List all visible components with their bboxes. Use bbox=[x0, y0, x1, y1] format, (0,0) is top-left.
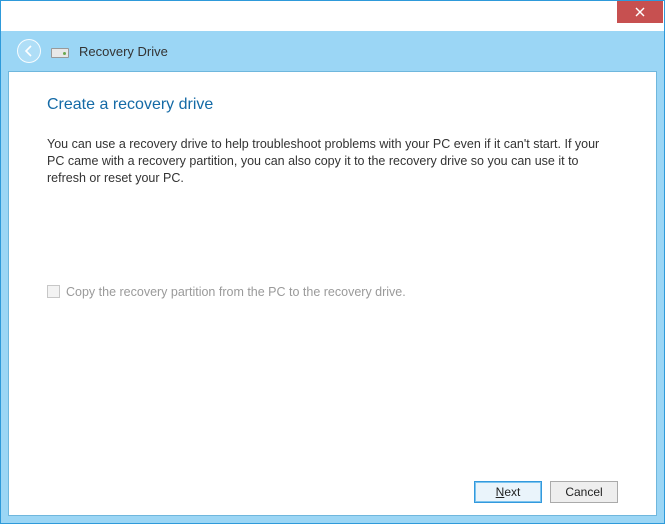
drive-icon bbox=[51, 44, 69, 58]
copy-partition-checkbox bbox=[47, 285, 60, 298]
copy-partition-option: Copy the recovery partition from the PC … bbox=[47, 285, 618, 299]
spacer bbox=[47, 197, 618, 285]
content-panel: Create a recovery drive You can use a re… bbox=[8, 71, 657, 516]
copy-partition-label: Copy the recovery partition from the PC … bbox=[66, 285, 406, 299]
content-wrap: Create a recovery drive You can use a re… bbox=[1, 71, 664, 523]
close-icon bbox=[635, 7, 645, 17]
window-title: Recovery Drive bbox=[79, 44, 168, 59]
next-button-rest: ext bbox=[504, 485, 520, 499]
footer-buttons: Next Cancel bbox=[47, 469, 618, 503]
back-button[interactable] bbox=[17, 39, 41, 63]
page-body-text: You can use a recovery drive to help tro… bbox=[47, 136, 618, 187]
arrow-left-icon bbox=[22, 44, 36, 58]
wizard-window: Recovery Drive Create a recovery drive Y… bbox=[0, 0, 665, 524]
header-bar: Recovery Drive bbox=[1, 31, 664, 71]
cancel-button[interactable]: Cancel bbox=[550, 481, 618, 503]
page-title: Create a recovery drive bbox=[47, 96, 618, 114]
close-button[interactable] bbox=[617, 1, 663, 23]
next-button[interactable]: Next bbox=[474, 481, 542, 503]
titlebar bbox=[1, 1, 664, 31]
